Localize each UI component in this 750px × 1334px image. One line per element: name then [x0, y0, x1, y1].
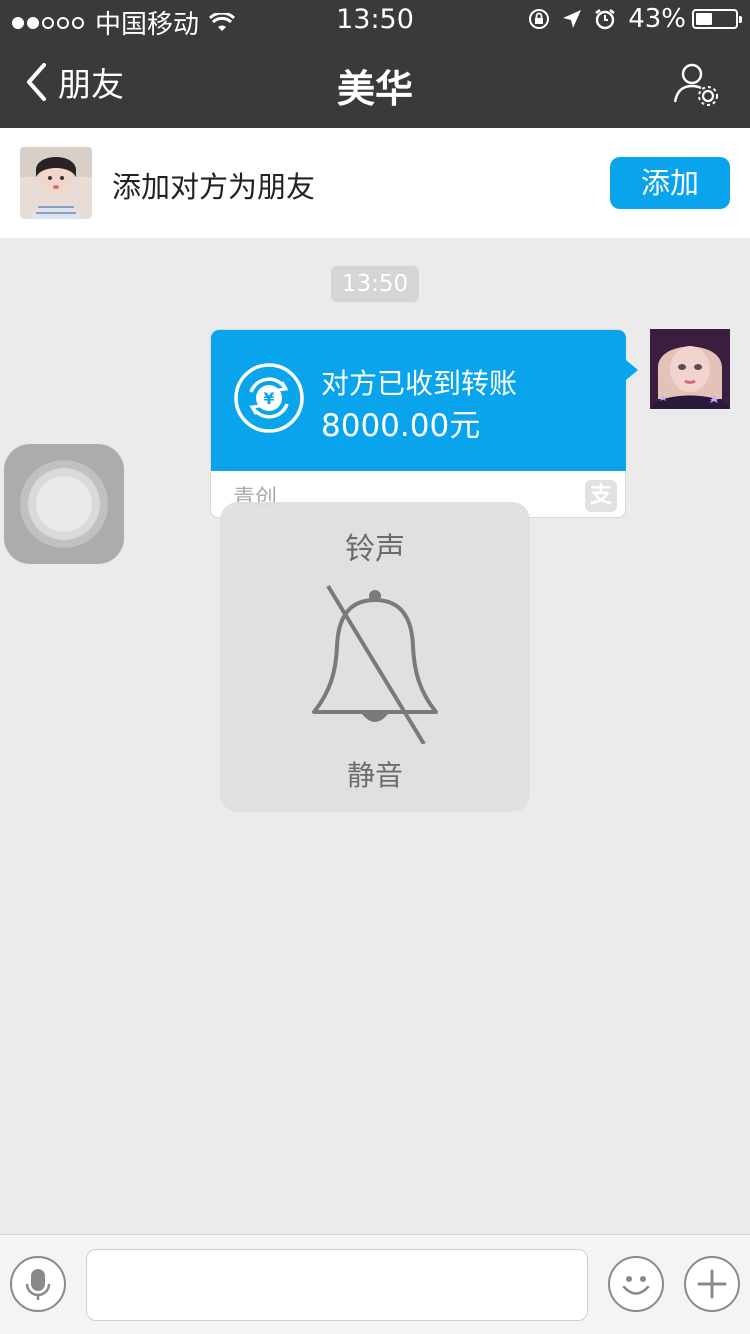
yuan-transfer-icon: ¥ [234, 363, 304, 433]
battery-percent: 43% [628, 4, 686, 34]
bell-muted-icon [312, 584, 438, 744]
user-settings-icon[interactable] [672, 60, 720, 108]
hud-label: 静音 [346, 759, 403, 792]
transfer-status: 对方已收到转账 [321, 367, 518, 400]
transfer-amount: 8000.00元 [321, 408, 481, 444]
transfer-message-bubble[interactable]: ¥ 对方已收到转账 8000.00元 青创 支 [210, 329, 638, 518]
microphone-icon [25, 1269, 51, 1300]
page-title: 美华 [336, 67, 413, 111]
more-button[interactable] [684, 1256, 740, 1312]
message-input[interactable] [86, 1249, 588, 1321]
bubble-tail [626, 360, 638, 380]
location-icon [563, 10, 582, 28]
nav-bar: 朋友 美华 [0, 40, 750, 128]
voice-button[interactable] [10, 1256, 66, 1312]
add-friend-bar: 添加对方为朋友 添加 [0, 128, 750, 238]
hud-title: 铃声 [345, 532, 405, 567]
add-friend-prompt: 添加对方为朋友 [112, 170, 316, 204]
transfer-card-header: ¥ 对方已收到转账 8000.00元 [211, 330, 626, 471]
status-right: 43% [516, 4, 742, 34]
svg-text:¥: ¥ [263, 389, 274, 408]
orientation-lock-icon [529, 9, 550, 29]
plus-icon [697, 1269, 727, 1299]
alipay-icon: 支 [585, 480, 617, 512]
status-bar: 中国移动 13:50 43% [0, 0, 750, 40]
ringer-hud: 铃声 静音 [220, 502, 530, 812]
my-avatar[interactable] [650, 329, 730, 409]
smiley-icon [622, 1276, 650, 1295]
add-friend-button[interactable]: 添加 [610, 157, 730, 209]
alarm-icon [595, 9, 615, 30]
input-bar [0, 1234, 750, 1334]
emoji-button[interactable] [608, 1256, 664, 1312]
battery-icon [692, 9, 742, 29]
assistive-touch-button[interactable] [4, 444, 124, 564]
contact-avatar[interactable] [20, 147, 92, 219]
message-timestamp: 13:50 [331, 266, 419, 302]
